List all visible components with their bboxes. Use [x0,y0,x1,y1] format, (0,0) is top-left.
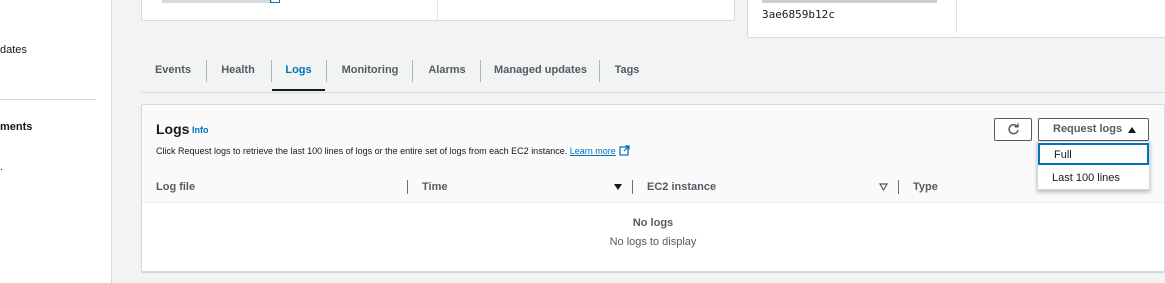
nav-divider [0,99,96,100]
nav-item-partial[interactable]: . [0,161,3,173]
external-link-icon[interactable] [619,145,630,156]
learn-more-link[interactable]: Learn more [570,145,630,156]
request-logs-label[interactable]: Request logs [1053,123,1122,135]
column-ec2-instance[interactable]: EC2 instance [647,172,716,202]
nav-item-environments[interactable]: ments [0,121,32,133]
menu-item-full[interactable]: Full [1038,143,1149,165]
tab-logs[interactable]: Logs [272,56,325,91]
tab-divider [480,60,481,82]
platform-card: 3ae6859b12c [747,0,1165,38]
instance-hash: 3ae6859b12c [762,8,835,21]
column-resizer[interactable] [898,180,899,194]
tab-tags[interactable]: Tags [605,56,649,91]
overview-card [141,0,735,21]
left-navigation: dates ments . [0,0,112,283]
learn-more-label[interactable]: Learn more [570,146,616,156]
caret-up-icon [1128,127,1136,133]
logs-panel-header: Logs Info Click Request logs to retrieve… [142,105,1164,173]
logs-panel: Logs Info Click Request logs to retrieve… [141,104,1165,272]
description-text: Click Request logs to retrieve the last … [156,146,568,156]
tab-divider [206,60,207,82]
tab-events[interactable]: Events [145,56,201,91]
column-type[interactable]: Type [913,172,938,202]
info-link[interactable]: Info [192,125,209,135]
sort-icon[interactable] [879,183,888,191]
empty-state-title: No logs [632,217,674,229]
nav-item-updates[interactable]: dates [0,44,27,56]
external-link-icon[interactable] [270,0,280,3]
column-time[interactable]: Time [422,172,447,202]
card-divider [437,0,438,20]
environment-tabs: Events Health Logs Monitoring Alarms Man… [141,56,1165,93]
column-log-file[interactable]: Log file [156,172,195,202]
request-logs-menu: Full Last 100 lines [1037,141,1150,190]
panel-description: Click Request logs to retrieve the last … [156,145,630,156]
tab-divider [326,60,327,82]
card-divider [956,0,957,33]
tab-divider [599,60,600,82]
sort-descending-icon[interactable] [614,184,622,190]
menu-item-last-100-lines[interactable]: Last 100 lines [1038,168,1149,188]
tab-monitoring[interactable]: Monitoring [331,56,409,91]
tab-managed-updates[interactable]: Managed updates [485,56,596,91]
refresh-icon[interactable] [1007,123,1020,136]
column-resizer[interactable] [632,180,633,194]
tab-alarms[interactable]: Alarms [417,56,477,91]
cut-text [762,0,937,3]
tab-divider [412,60,413,82]
column-resizer[interactable] [407,180,408,194]
empty-state-subtitle: No logs to display [609,236,697,248]
logs-table-header: Log file Time EC2 instance Type [142,172,1164,203]
cut-text [162,0,272,3]
tab-health[interactable]: Health [211,56,265,91]
request-logs-button[interactable]: Request logs [1038,118,1149,141]
panel-title: Logs [156,121,190,137]
refresh-button[interactable] [994,118,1032,141]
